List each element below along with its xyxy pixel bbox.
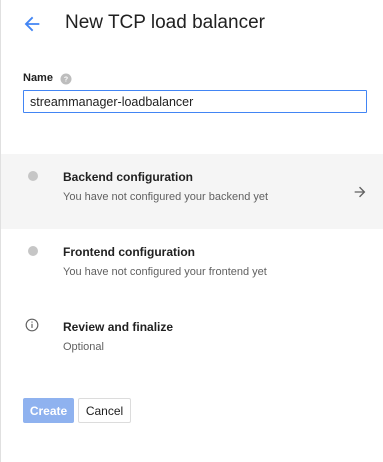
step-subtitle: Optional	[63, 341, 104, 353]
step-subtitle: You have not configured your frontend ye…	[63, 266, 267, 278]
step-review-and-finalize[interactable]: Review and finalize Optional	[1, 304, 383, 379]
load-balancer-page: New TCP load balancer Name ? Backend con…	[0, 0, 383, 462]
name-label-row: Name ?	[23, 70, 72, 86]
arrow-forward-icon[interactable]	[352, 184, 368, 200]
create-button[interactable]: Create	[23, 398, 74, 423]
step-backend-configuration[interactable]: Backend configuration You have not confi…	[1, 154, 383, 229]
svg-text:?: ?	[64, 77, 68, 84]
page-title: New TCP load balancer	[65, 12, 265, 33]
dot-icon	[28, 246, 38, 256]
info-icon	[25, 318, 39, 332]
name-input[interactable]	[23, 90, 367, 113]
step-title: Frontend configuration	[63, 245, 195, 259]
step-subtitle: You have not configured your backend yet	[63, 191, 269, 203]
dot-icon	[28, 171, 38, 181]
arrow-back-icon[interactable]	[21, 13, 43, 35]
cancel-button[interactable]: Cancel	[78, 398, 131, 423]
step-frontend-configuration[interactable]: Frontend configuration You have not conf…	[1, 229, 383, 304]
step-title: Backend configuration	[63, 170, 194, 184]
step-title: Review and finalize	[63, 320, 174, 334]
help-circle-icon[interactable]: ?	[60, 72, 72, 85]
name-label: Name	[23, 72, 53, 84]
page-header: New TCP load balancer	[1, 0, 383, 50]
